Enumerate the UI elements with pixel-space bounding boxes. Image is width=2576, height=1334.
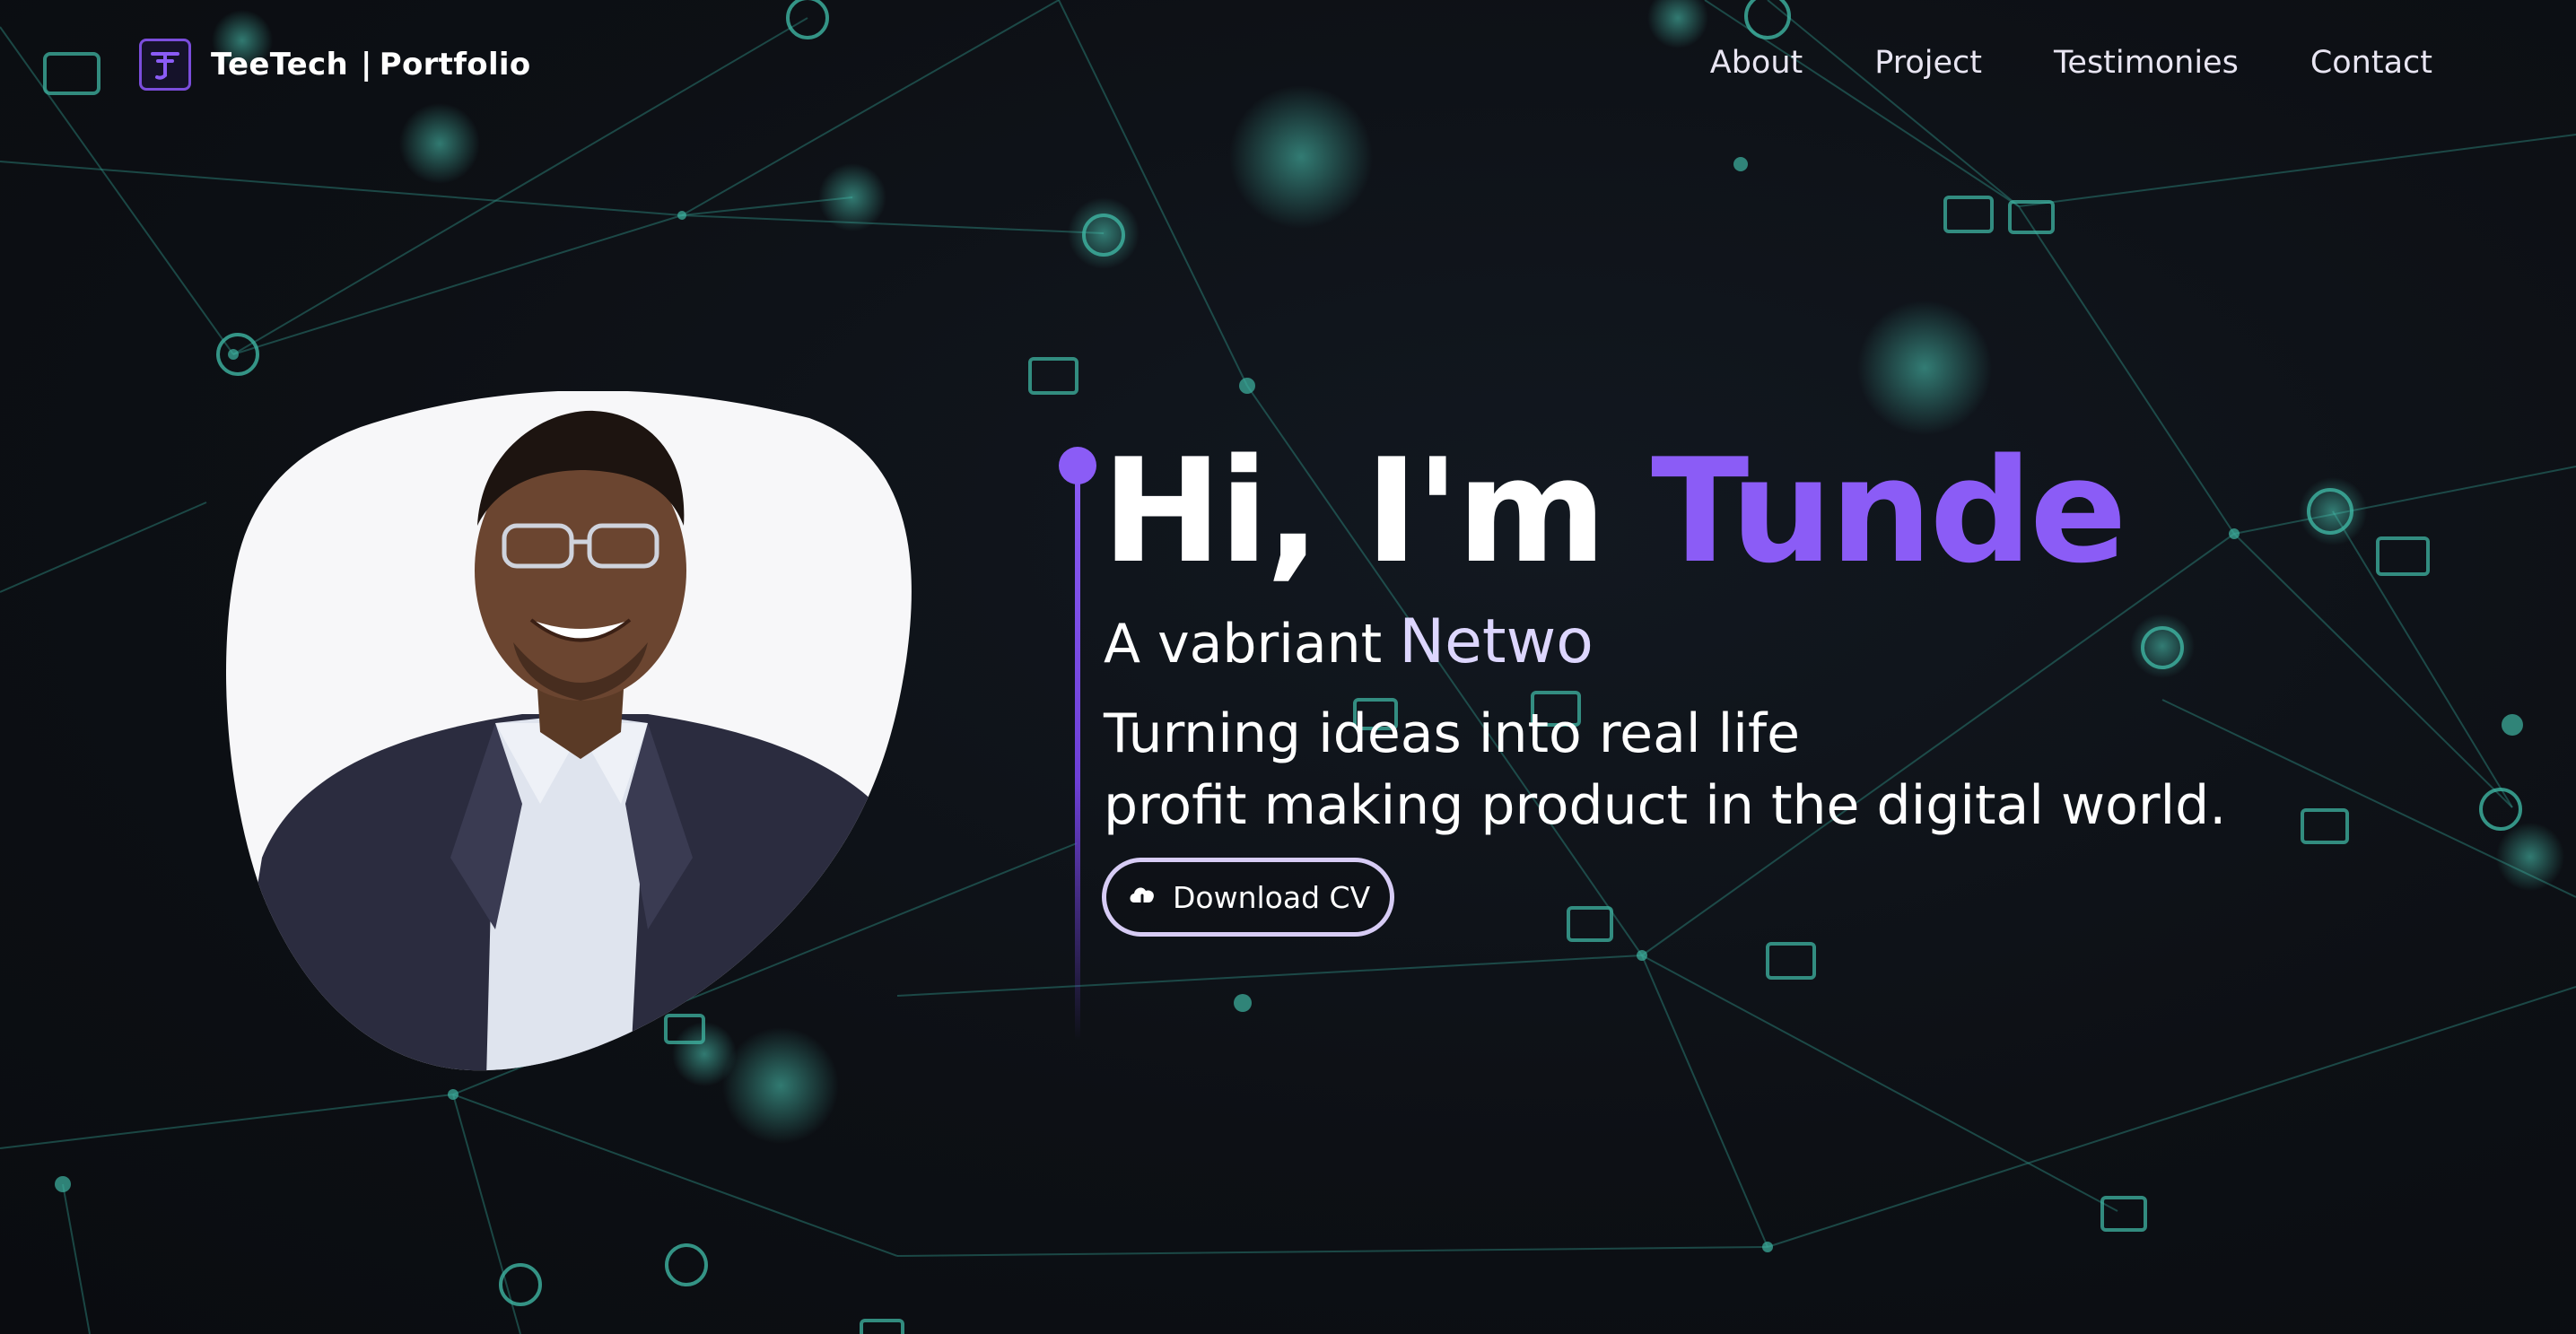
- nav-link-contact[interactable]: Contact: [2310, 45, 2432, 81]
- hero-tagline: Turning ideas into real life profit maki…: [1104, 698, 2226, 841]
- nav-link-testimonies[interactable]: Testimonies: [2054, 45, 2239, 81]
- cloud-download-icon: [1130, 887, 1154, 911]
- portfolio-page: TeeTech | Portfolio About Project Testimon…: [0, 0, 2576, 1334]
- tagline-line-1: Turning ideas into real life: [1104, 702, 1800, 765]
- hero-title: Hi, I'm Tunde: [1102, 432, 2127, 590]
- brand-text: TeeTech | Portfolio: [211, 47, 531, 83]
- download-cv-label: Download CV: [1173, 879, 1371, 915]
- hero-name: Tunde: [1651, 427, 2126, 595]
- nav-link-project[interactable]: Project: [1874, 45, 1982, 81]
- download-cv-button[interactable]: Download CV: [1102, 858, 1395, 937]
- profile-photo: [226, 391, 912, 1071]
- nav-link-about[interactable]: About: [1710, 45, 1803, 81]
- subtitle-prefix: A vabriant: [1104, 613, 1400, 676]
- brand-separator: |: [361, 47, 372, 83]
- hero-greeting: Hi, I'm: [1102, 427, 1652, 595]
- hero-subtitle: A vabriant Netwo: [1104, 606, 1594, 677]
- main-nav: About Project Testimonies Contact: [1710, 45, 2432, 81]
- subtitle-typed-text: Netwo: [1399, 606, 1594, 677]
- tt-monogram-icon: [139, 39, 191, 91]
- brand-suffix: Portfolio: [379, 47, 531, 83]
- tagline-line-2: profit making product in the digital wor…: [1104, 774, 2227, 837]
- brand-name: TeeTech: [211, 47, 348, 83]
- nav-brand[interactable]: TeeTech | Portfolio: [139, 39, 531, 91]
- accent-line: [1075, 466, 1080, 1041]
- accent-dot: [1059, 447, 1096, 484]
